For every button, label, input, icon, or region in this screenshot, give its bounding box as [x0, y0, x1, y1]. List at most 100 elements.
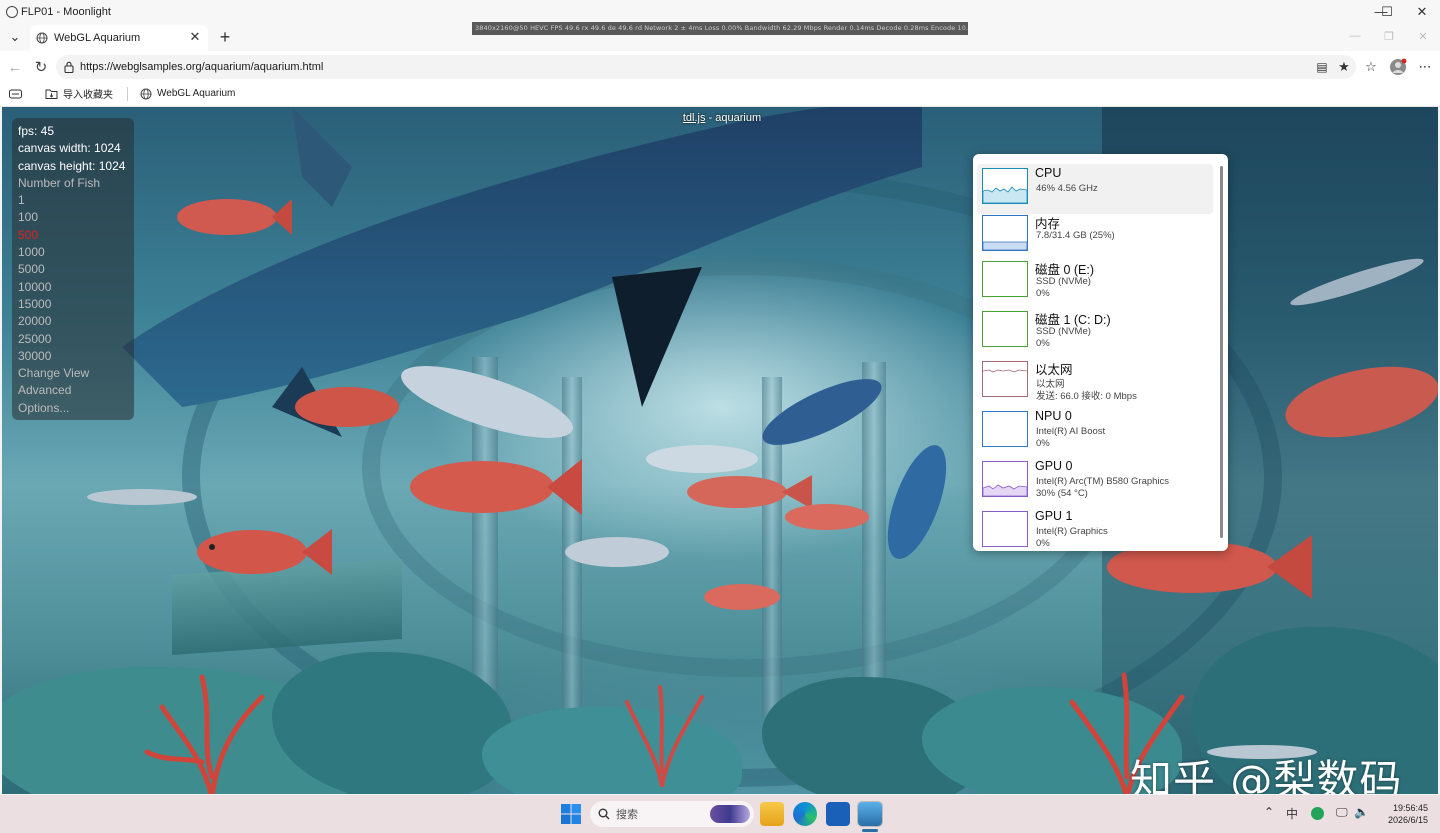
perf-graph-disk-0	[982, 261, 1028, 297]
favorites-divider	[127, 86, 128, 101]
red-fish	[704, 584, 780, 610]
profile-avatar-icon[interactable]	[1389, 58, 1407, 76]
fish-option-15000[interactable]: 15000	[18, 296, 128, 313]
canvas-height-readout: canvas height: 1024	[18, 158, 126, 173]
folder-import-icon	[45, 89, 58, 99]
perf-graph-npu-0	[982, 411, 1028, 447]
perf-item-cpu[interactable]: CPU 46% 4.56 GHz	[977, 164, 1213, 214]
perf-usage-disk-0: 0%	[1036, 288, 1050, 299]
advanced-button[interactable]: Advanced	[18, 382, 128, 399]
tdl-link[interactable]: tdl.js	[683, 112, 706, 124]
tab-actions-chevron-icon[interactable]: ⌄	[6, 27, 24, 47]
taskbar-clock[interactable]: 19:56:45 2026/6/15	[1388, 802, 1428, 826]
fish-option-30000[interactable]: 30000	[18, 348, 128, 365]
clock-time: 19:56:45	[1392, 803, 1428, 813]
more-menu-icon[interactable]: ⋯	[1416, 58, 1434, 76]
perf-usage-disk-1: 0%	[1036, 338, 1050, 349]
moonlight-app-icon[interactable]	[857, 801, 883, 827]
search-placeholder: 搜索	[616, 809, 638, 821]
tab-close-icon[interactable]: ✕	[186, 28, 204, 46]
performance-flyout: CPU 46% 4.56 GHz 内存 7.8/31.4 GB (25%) 磁盘 0 (…	[973, 154, 1228, 551]
import-favorites-link[interactable]: 导入收藏夹	[45, 86, 113, 101]
perf-scrollbar[interactable]	[1220, 166, 1223, 538]
perf-usage-gpu-0: 30% (54 °C)	[1036, 488, 1088, 499]
fish-option-20000[interactable]: 20000	[18, 313, 128, 330]
network-icon[interactable]: 🖵	[1336, 805, 1348, 820]
red-coral	[625, 685, 704, 787]
fish-option-10000[interactable]: 10000	[18, 279, 128, 296]
globe-icon	[140, 88, 152, 99]
red-fish	[1285, 366, 1438, 438]
perf-graph-cpu	[982, 168, 1028, 204]
fish-option-25000[interactable]: 25000	[18, 331, 128, 348]
browser-close-icon[interactable]: ✕	[1408, 27, 1438, 45]
new-tab-button[interactable]: +	[214, 27, 236, 47]
perf-detail-gpu-1: Intel(R) Graphics	[1036, 526, 1108, 537]
lock-icon[interactable]	[64, 61, 74, 73]
fish-option-1[interactable]: 1	[18, 192, 128, 209]
clock-date: 2026/6/15	[1387, 815, 1428, 825]
red-fish	[785, 504, 869, 530]
tab-webgl-aquarium[interactable]: WebGL Aquarium ✕	[30, 25, 208, 51]
perf-graph-gpu-0	[982, 461, 1028, 497]
red-fish	[177, 199, 292, 235]
file-explorer-icon[interactable]	[760, 802, 784, 826]
windows-start-icon[interactable]	[559, 802, 583, 826]
perf-item-disk-0[interactable]: 磁盘 0 (E:) SSD (NVMe) 0%	[977, 257, 1213, 307]
favorite-webgl-aquarium[interactable]: WebGL Aquarium	[140, 88, 235, 100]
red-coral	[144, 674, 265, 794]
perf-item-ethernet[interactable]: 以太网 以太网 发送: 66.0 接收: 0 Mbps	[977, 357, 1213, 407]
volume-icon[interactable]: 🔈	[1354, 805, 1369, 819]
stream-stats-overlay: 3840x2160@50 HEVC FPS 49.6 rx 49.6 de 49…	[472, 22, 968, 35]
tuna-fish	[401, 366, 573, 438]
fish-option-1000[interactable]: 1000	[18, 244, 128, 261]
perf-item-disk-1[interactable]: 磁盘 1 (C: D:) SSD (NVMe) 0%	[977, 307, 1213, 357]
search-icon	[598, 808, 610, 820]
perf-usage-npu-0: 0%	[1036, 438, 1050, 449]
favorites-bar: 导入收藏夹 WebGL Aquarium	[0, 81, 1440, 107]
red-fish	[410, 459, 582, 515]
canvas-width-readout: canvas width: 1024	[18, 141, 121, 156]
perf-name-gpu-0: GPU 0	[1035, 459, 1073, 473]
taskbar-search-box[interactable]: 搜索	[590, 801, 754, 827]
microsoft-store-icon[interactable]	[826, 802, 850, 826]
edge-browser-icon[interactable]	[793, 802, 817, 826]
search-highlight-image	[710, 805, 750, 823]
collections-icon[interactable]	[9, 89, 27, 99]
perf-usage-ethernet: 发送: 66.0 接收: 0 Mbps	[1036, 391, 1137, 402]
url-bar[interactable]: https://webglsamples.org/aquarium/aquari…	[56, 55, 1356, 79]
perf-item-memory[interactable]: 内存 7.8/31.4 GB (25%)	[977, 211, 1213, 261]
favorites-list-icon[interactable]: ☆	[1362, 58, 1380, 76]
fish-option-500[interactable]: 500	[18, 227, 128, 244]
perf-detail-disk-1: SSD (NVMe)	[1036, 326, 1091, 337]
perf-item-npu-0[interactable]: NPU 0 Intel(R) AI Boost 0%	[977, 407, 1213, 457]
perf-name-cpu: CPU	[1035, 166, 1062, 180]
fish-option-100[interactable]: 100	[18, 209, 128, 226]
options-button[interactable]: Options...	[18, 400, 128, 417]
perf-detail-npu-0: Intel(R) AI Boost	[1036, 426, 1106, 437]
red-fish	[197, 529, 332, 575]
ime-indicator[interactable]: 中	[1286, 805, 1298, 822]
back-arrow-icon[interactable]: ←	[3, 55, 27, 79]
close-button[interactable]: ✕	[1404, 0, 1440, 23]
small-silver-fish	[1290, 258, 1424, 306]
perf-graph-gpu-1	[982, 511, 1028, 547]
page-heading: tdl.js - aquarium	[2, 112, 1438, 124]
maximize-button[interactable]: ☐	[1369, 0, 1405, 23]
favorite-star-icon[interactable]: ★	[1335, 58, 1353, 76]
perf-item-gpu-0[interactable]: GPU 0 Intel(R) Arc(TM) B580 Graphics 30% (…	[977, 457, 1213, 507]
tray-overflow-icon[interactable]: ⌃	[1264, 805, 1274, 819]
reader-view-icon[interactable]: ▤	[1313, 58, 1331, 76]
heading-suffix: - aquarium	[705, 112, 762, 124]
perf-item-gpu-1[interactable]: GPU 1 Intel(R) Graphics 0%	[977, 507, 1213, 551]
fish-option-5000[interactable]: 5000	[18, 261, 128, 278]
browser-restore-icon[interactable]: ❐	[1374, 27, 1404, 45]
browser-minimize-icon[interactable]: —	[1340, 27, 1370, 45]
perf-graph-ethernet	[982, 361, 1028, 397]
perf-graph-memory	[982, 215, 1028, 251]
change-view-button[interactable]: Change View	[18, 365, 128, 382]
number-of-fish-label: Number of Fish	[18, 175, 101, 190]
app-tray-icon[interactable]	[1311, 807, 1324, 820]
small-silver-fish	[87, 489, 197, 505]
refresh-icon[interactable]: ↻	[29, 55, 53, 79]
